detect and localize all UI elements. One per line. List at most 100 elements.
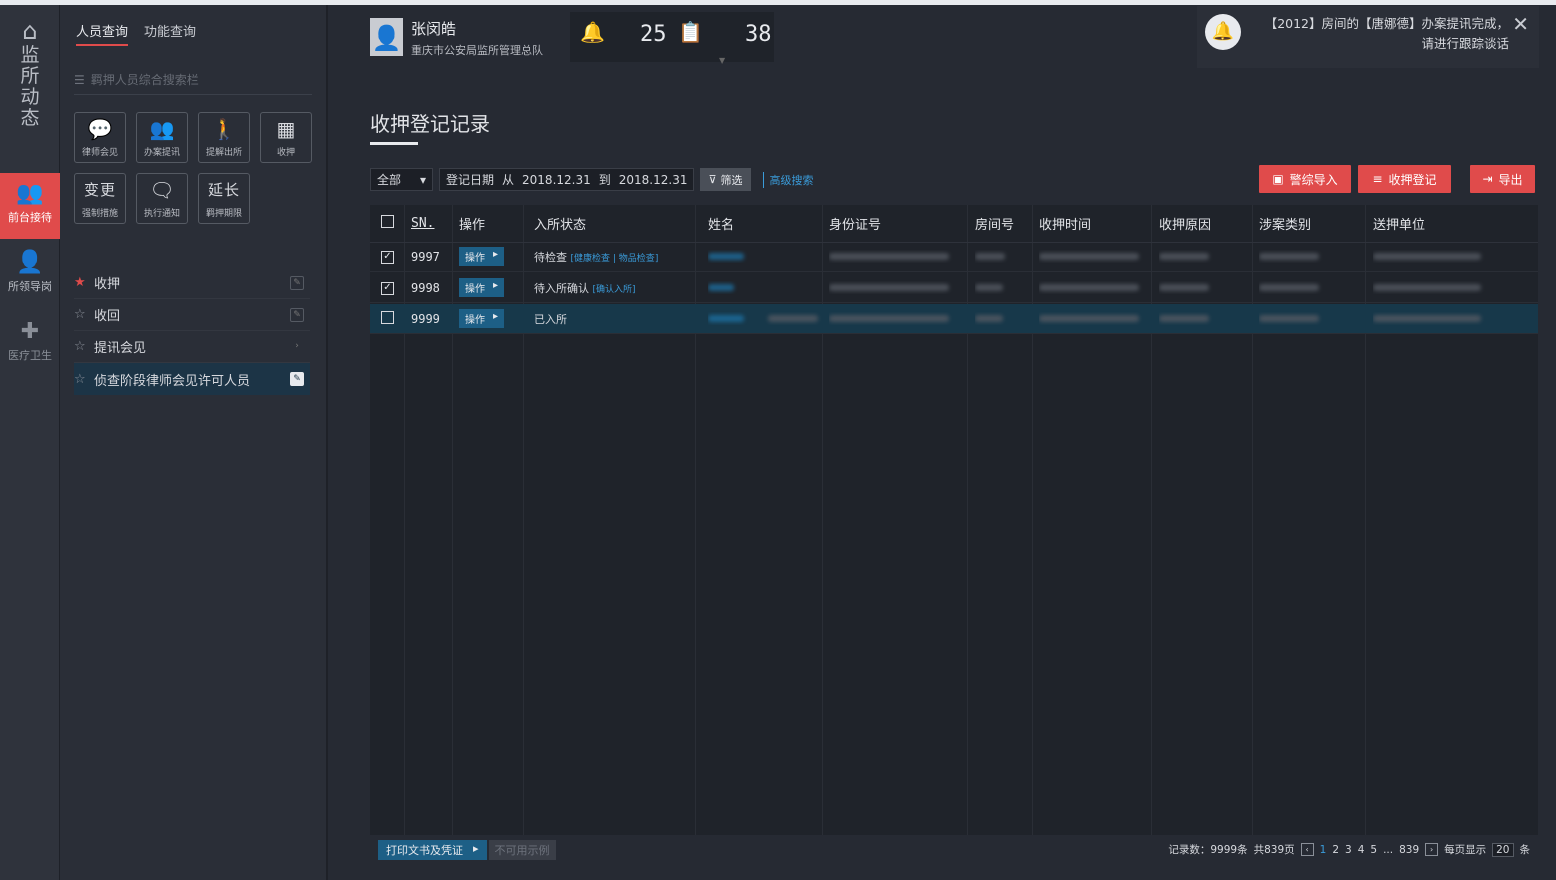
edit-icon[interactable]: ✎	[290, 276, 304, 290]
clipboard-icon[interactable]: 📋	[678, 20, 703, 44]
tile-change-measures[interactable]: 变更 强制措施	[74, 173, 126, 224]
table-row[interactable]: ✓ 9998 操作 ▸ 待入所确认 [确认入所]	[370, 273, 1538, 303]
row-room-redacted	[975, 250, 1039, 263]
bell-icon[interactable]: 🔔	[580, 20, 605, 44]
tile-escort-out[interactable]: 🚶 提解出所	[198, 112, 250, 163]
tile-label: 律师会见	[81, 148, 118, 158]
import-icon: ▣	[1272, 172, 1284, 186]
date-range[interactable]: 登记日期 从 2018.12.31 到 2018.12.31	[439, 168, 695, 191]
edit-icon[interactable]: ✎	[290, 308, 304, 322]
export-button[interactable]: ⇥ 导出	[1470, 165, 1535, 193]
rail-item-leader[interactable]: 👤 所领导岗	[0, 248, 60, 294]
people-icon: 👥	[149, 117, 175, 141]
tile-lawyer-meeting[interactable]: 💬 律师会见	[74, 112, 126, 163]
operation-button[interactable]: 操作 ▸	[459, 278, 505, 297]
table-row[interactable]: 9999 操作 ▸ 已入所	[370, 304, 1538, 334]
print-button[interactable]: 打印文书及凭证 ▸	[378, 840, 487, 860]
item-check-link[interactable]: 物品检查	[619, 254, 655, 264]
alert-count[interactable]: 25	[640, 22, 667, 47]
to-date[interactable]: 2018.12.31	[619, 173, 688, 187]
register-button[interactable]: ≡ 收押登记	[1358, 165, 1451, 193]
import-button[interactable]: ▣ 警综导入	[1259, 165, 1351, 193]
favorite-item-retrieve[interactable]: ☆ 收回 ✎	[74, 299, 310, 331]
avatar: 👤	[370, 18, 403, 56]
checkbox[interactable]	[381, 215, 394, 228]
next-page-icon[interactable]: ›	[1425, 843, 1439, 856]
star-outline-icon[interactable]: ☆	[74, 339, 94, 354]
table-row[interactable]: ✓ 9997 操作 ▸ 待检查 [健康检查 | 物品检查]	[370, 242, 1538, 272]
task-count[interactable]: 38	[745, 22, 772, 47]
chevron-right-icon[interactable]: ›	[290, 340, 304, 354]
chevron-down-icon: ▾	[419, 172, 426, 187]
row-time-redacted	[1039, 281, 1159, 294]
page-link[interactable]: 3	[1345, 844, 1352, 856]
row-unit-redacted	[1373, 250, 1493, 263]
advanced-search-link[interactable]: 高级搜索	[762, 171, 814, 188]
operation-label: 操作	[465, 284, 485, 295]
operation-button[interactable]: 操作 ▸	[459, 247, 505, 266]
page-total: 共839页	[1253, 844, 1295, 856]
confirm-entry-link[interactable]: 确认入所	[596, 285, 632, 295]
edit-icon[interactable]: ✎	[290, 372, 304, 386]
to-label: 到	[598, 173, 611, 187]
header-sn[interactable]: SN.	[411, 216, 459, 231]
favorite-label: 收回	[94, 309, 121, 324]
table-header: SN. 操作 入所状态 姓名 身份证号 房间号 收押时间 收押原因 涉案类别 送…	[370, 205, 1538, 243]
tile-detain[interactable]: ▦ 收押	[260, 112, 312, 163]
tile-case-interrogation[interactable]: 👥 办案提讯	[136, 112, 188, 163]
checkbox[interactable]: ✓	[381, 282, 394, 295]
star-filled-icon[interactable]: ★	[74, 275, 94, 290]
favorite-item-lawyer-permit[interactable]: ☆ 侦查阶段律师会见许可人员 ✎	[74, 363, 310, 395]
user-info[interactable]: 👤 张闵皓 重庆市公安局监所管理总队	[370, 18, 543, 58]
tile-extend-custody[interactable]: 延长 羁押期限	[198, 173, 250, 224]
rail-item-reception[interactable]: 👥 前台接待	[0, 173, 60, 239]
row-name-redacted	[708, 312, 829, 325]
dropdown-caret-icon[interactable]: ▼	[719, 56, 725, 65]
tile-big-text: 延长	[207, 181, 240, 199]
tab-person-query[interactable]: 人员查询	[76, 21, 129, 46]
row-room-redacted	[975, 312, 1039, 325]
page-link[interactable]: 1	[1320, 844, 1327, 856]
header-select-all[interactable]	[370, 215, 411, 232]
page-link[interactable]: 5	[1370, 844, 1377, 856]
close-icon[interactable]: ✕	[1512, 12, 1529, 36]
favorite-item-detain[interactable]: ★ 收押 ✎	[74, 267, 310, 299]
per-page-select[interactable]: 20	[1492, 842, 1514, 857]
title-underline	[370, 142, 418, 145]
tile-label: 办案提讯	[143, 148, 180, 158]
row-name-redacted	[708, 281, 829, 294]
notification-text: 【2012】房间的【唐娜德】办案提讯完成，请进行跟踪谈话	[1264, 16, 1509, 51]
page-title: 收押登记记录	[370, 112, 490, 136]
caret-right-icon: ▸	[493, 249, 499, 260]
filter-button[interactable]: ⊽ 筛选	[700, 168, 751, 191]
main-rail: ⌂ 监所动态 👥 前台接待 👤 所领导岗 ✚ 医疗卫生	[0, 5, 60, 880]
page-link-last[interactable]: 839	[1399, 844, 1419, 856]
from-date[interactable]: 2018.12.31	[522, 173, 591, 187]
tile-execution-notice[interactable]: 🗨 执行通知	[136, 173, 188, 224]
page-link[interactable]: 2	[1332, 844, 1339, 856]
row-reason-redacted	[1159, 250, 1259, 263]
row-reason-redacted	[1159, 281, 1259, 294]
favorite-item-interrogation[interactable]: ☆ 提讯会见 ›	[74, 331, 310, 363]
operation-button[interactable]: 操作 ▸	[459, 309, 505, 328]
tab-function-query[interactable]: 功能查询	[144, 21, 196, 46]
scope-select[interactable]: 全部 ▾	[370, 168, 433, 191]
star-outline-icon[interactable]: ☆	[74, 372, 94, 387]
favorite-label: 提讯会见	[94, 341, 147, 356]
star-outline-icon[interactable]: ☆	[74, 307, 94, 322]
status-text: 已入所	[534, 312, 567, 326]
checkbox[interactable]: ✓	[381, 251, 394, 264]
header-operation: 操作	[459, 218, 486, 233]
page-link[interactable]: 4	[1358, 844, 1365, 856]
rail-home[interactable]: ⌂ 监所动态	[0, 19, 60, 129]
per-page-label: 每页显示	[1444, 844, 1487, 856]
detainee-search-input[interactable]	[90, 72, 291, 87]
tile-label: 提解出所	[205, 148, 242, 158]
user-name: 张闵皓	[411, 20, 457, 38]
rail-item-medical[interactable]: ✚ 医疗卫生	[0, 317, 60, 363]
prev-page-icon[interactable]: ‹	[1300, 843, 1314, 856]
checkbox[interactable]	[381, 310, 394, 324]
detain-icon: ▦	[276, 117, 296, 141]
notification-toast: 🔔 【2012】房间的【唐娜德】办案提讯完成，请进行跟踪谈话 ✕	[1197, 6, 1539, 68]
health-check-link[interactable]: 健康检查	[574, 254, 610, 264]
